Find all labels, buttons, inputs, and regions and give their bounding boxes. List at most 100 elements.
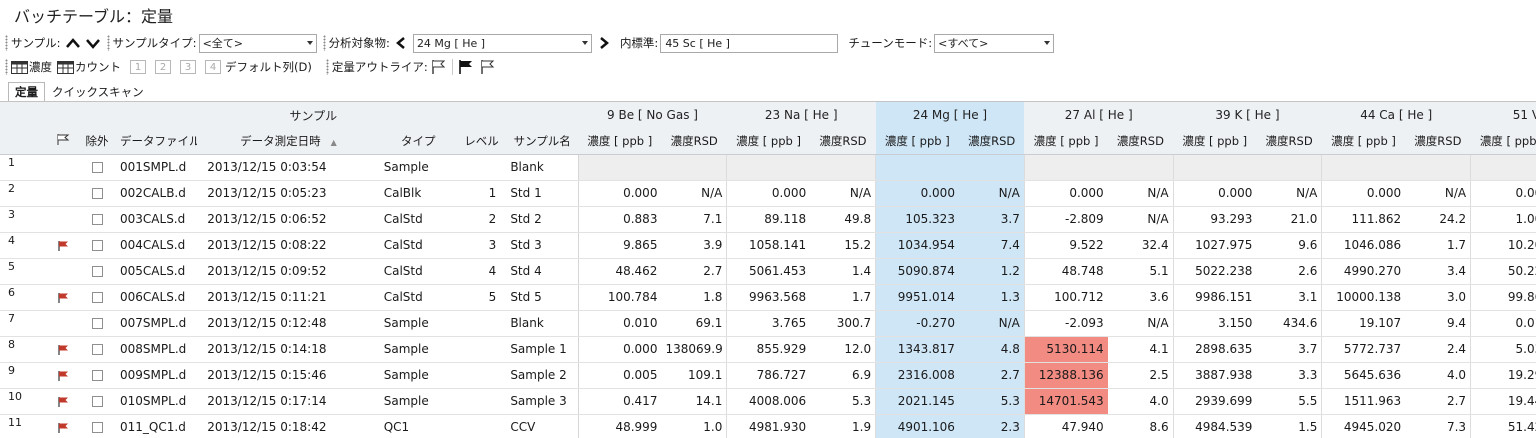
rsd-cell[interactable]: 1.7 [1405, 232, 1472, 259]
rsd-cell[interactable]: 6.9 [810, 362, 877, 389]
concentration-cell[interactable]: 5772.737 [1321, 336, 1406, 363]
table-row[interactable]: 2 002CALB.d 2013/12/15 0:05:23 CalBlk 1 Std 1… [0, 180, 1536, 207]
exclude-checkbox-cell[interactable] [78, 362, 117, 389]
concentration-cell[interactable]: 5.034 [1470, 336, 1536, 363]
rsd-cell[interactable]: 7.3 [1405, 414, 1472, 438]
row-number[interactable]: 8 [0, 336, 49, 363]
concentration-cell[interactable]: -2.809 [1024, 206, 1108, 233]
concentration-cell[interactable]: 10000.138 [1321, 284, 1406, 311]
rsd-cell[interactable]: 3.7 [1256, 336, 1323, 363]
concentration-cell[interactable]: 10.209 [1470, 232, 1536, 259]
row-number[interactable]: 10 [0, 388, 49, 415]
concentration-cell[interactable]: 93.293 [1173, 206, 1257, 233]
rsd-cell[interactable] [661, 154, 728, 181]
concentration-cell[interactable]: 5090.874 [875, 258, 959, 285]
tab-quickscan[interactable]: クイックスキャン [45, 82, 151, 102]
rsd-column-header[interactable]: 濃度RSD [1256, 128, 1322, 155]
element-column-header[interactable]: 9 Be [ No Gas ] [578, 102, 727, 128]
element-column-header[interactable]: 51 V [ He ] [1470, 102, 1536, 128]
concentration-cell[interactable]: 4981.930 [726, 414, 811, 438]
exclude-checkbox[interactable] [91, 318, 103, 329]
concentration-cell[interactable]: 786.727 [726, 362, 811, 389]
rsd-cell[interactable]: 4.0 [1405, 362, 1472, 389]
rsd-cell[interactable]: 2.7 [661, 258, 728, 285]
concentration-cell[interactable]: 89.118 [726, 206, 811, 233]
exclude-checkbox[interactable] [91, 292, 103, 303]
concentration-cell[interactable]: 9.522 [1024, 232, 1108, 259]
concentration-cell[interactable]: 5061.453 [726, 258, 811, 285]
toolbar-grip[interactable] [106, 35, 110, 51]
rsd-cell[interactable]: 24.2 [1405, 206, 1472, 233]
concentration-cell[interactable]: 4984.539 [1173, 414, 1257, 438]
rsd-cell[interactable]: 9.6 [1256, 232, 1323, 259]
concentration-cell[interactable]: 1046.086 [1321, 232, 1406, 259]
rsd-cell[interactable]: 21.0 [1256, 206, 1323, 233]
concentration-cell[interactable]: 4990.270 [1321, 258, 1406, 285]
concentration-cell[interactable]: 51.425 [1470, 414, 1536, 438]
acquisition-date-column-header[interactable]: データ測定日時 ▲ [197, 128, 380, 155]
concentration-cell[interactable]: 0.000 [1173, 180, 1257, 207]
rsd-cell[interactable] [810, 154, 877, 181]
rsd-cell[interactable]: 2.6 [1256, 258, 1323, 285]
exclude-checkbox[interactable] [91, 344, 103, 355]
analyte-select[interactable]: 24 Mg [ He ] [412, 33, 592, 53]
exclude-checkbox-cell[interactable] [78, 154, 117, 181]
rsd-cell[interactable]: 2.7 [958, 362, 1025, 389]
rsd-cell[interactable]: 5.3 [810, 388, 877, 415]
table-row[interactable]: 9 009SMPL.d 2013/12/15 0:15:46 Sample Sample… [0, 362, 1536, 389]
exclude-checkbox-cell[interactable] [78, 310, 117, 337]
concentration-cell[interactable]: 3887.938 [1173, 362, 1257, 389]
concentration-column-header[interactable]: 濃度 [ ppb ] [1321, 128, 1406, 155]
exclude-checkbox[interactable] [91, 214, 103, 225]
row-number[interactable]: 3 [0, 206, 49, 233]
row-number[interactable]: 6 [0, 284, 49, 311]
concentration-cell[interactable]: 0.417 [578, 388, 662, 415]
table-row[interactable]: 3 003CALS.d 2013/12/15 0:06:52 CalStd 2 Std 2… [0, 206, 1536, 233]
concentration-cell[interactable]: 0.883 [578, 206, 662, 233]
exclude-checkbox-cell[interactable] [78, 414, 117, 438]
rsd-cell[interactable]: 4.1 [1107, 336, 1174, 363]
concentration-cell[interactable]: 48.462 [578, 258, 662, 285]
concentration-cell[interactable]: 0.010 [578, 310, 662, 337]
column-set-3-button[interactable]: 3 [180, 60, 196, 74]
rsd-cell[interactable]: 2.5 [1107, 362, 1174, 389]
concentration-cell[interactable] [875, 154, 959, 181]
concentration-cell[interactable] [578, 154, 662, 181]
rsd-cell[interactable]: 1.7 [810, 284, 877, 311]
sample-type-select[interactable]: <全て> [198, 33, 317, 53]
tune-mode-select[interactable]: <すべて> [934, 33, 1055, 53]
rsd-cell[interactable]: 5.5 [1256, 388, 1323, 415]
concentration-cell[interactable]: 19.440 [1470, 388, 1536, 415]
concentration-cell[interactable] [726, 154, 811, 181]
default-columns-button[interactable]: デフォルト列(D) [225, 59, 312, 75]
rsd-cell[interactable]: 3.7 [958, 206, 1025, 233]
rsd-cell[interactable]: 4.8 [958, 336, 1025, 363]
concentration-cell[interactable]: 2021.145 [875, 388, 959, 415]
rsd-cell[interactable]: N/A [1107, 180, 1174, 207]
rsd-cell[interactable]: 3.9 [661, 232, 728, 259]
concentration-cell[interactable]: 48.748 [1024, 258, 1108, 285]
row-number[interactable]: 5 [0, 258, 49, 285]
rsd-cell[interactable]: 5.1 [1107, 258, 1174, 285]
row-number[interactable]: 7 [0, 310, 49, 337]
concentration-cell[interactable]: 1027.975 [1173, 232, 1257, 259]
table-row[interactable]: 8 008SMPL.d 2013/12/15 0:14:18 Sample Sample… [0, 336, 1536, 363]
concentration-cell[interactable]: 0.000 [1470, 180, 1536, 207]
hide-outlier-flags-button[interactable] [479, 58, 497, 76]
concentration-cell[interactable]: 9986.151 [1173, 284, 1257, 311]
count-view-button[interactable]: カウント [57, 58, 121, 76]
tab-quant[interactable]: 定量 [8, 82, 45, 102]
concentration-cell[interactable]: 111.862 [1321, 206, 1406, 233]
batch-table[interactable]: サンプル 9 Be [ No Gas ] 23 Na [ He ] 24 Mg [ … [0, 102, 1536, 438]
next-analyte-button[interactable] [598, 34, 610, 52]
concentration-cell[interactable]: 9.865 [578, 232, 662, 259]
rsd-cell[interactable]: 7.4 [958, 232, 1025, 259]
concentration-column-header[interactable]: 濃度 [ ppb ] [726, 128, 811, 155]
exclude-checkbox[interactable] [91, 396, 103, 407]
data-file-column-header[interactable]: データファイル [116, 128, 198, 155]
rsd-cell[interactable] [1256, 154, 1323, 181]
concentration-cell[interactable]: 1058.141 [726, 232, 811, 259]
rsd-cell[interactable]: 3.3 [1256, 362, 1323, 389]
concentration-cell[interactable]: 0.000 [875, 180, 959, 207]
rsd-cell[interactable]: 8.6 [1107, 414, 1174, 438]
